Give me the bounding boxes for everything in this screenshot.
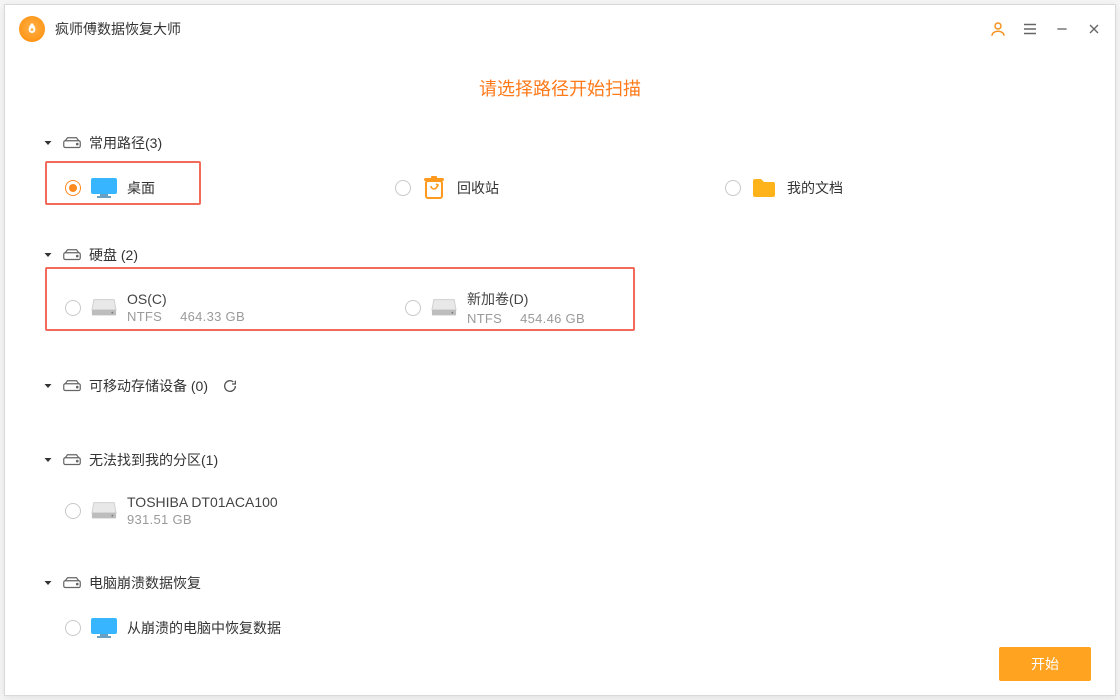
chevron-down-icon — [41, 576, 55, 590]
app-title: 疯师傅数据恢复大师 — [55, 19, 181, 39]
disk-c-name: OS(C) — [127, 291, 245, 307]
radio-desktop[interactable] — [65, 180, 81, 196]
disk-d-fs: NTFS — [467, 311, 502, 326]
disk-d-size: 454.46 GB — [520, 311, 585, 326]
crash-recover-label: 从崩溃的电脑中恢复数据 — [127, 618, 281, 638]
crash-recover[interactable]: 从崩溃的电脑中恢复数据 — [55, 609, 385, 647]
section-common-header[interactable]: 常用路径(3) — [41, 123, 1073, 163]
lost-toshiba-size: 931.51 GB — [127, 512, 192, 527]
radio-crash-recover[interactable] — [65, 620, 81, 636]
page-heading: 请选择路径开始扫描 — [5, 53, 1115, 113]
section-lost-label: 无法找到我的分区(1) — [89, 450, 218, 470]
path-desktop-label: 桌面 — [127, 178, 155, 198]
user-icon[interactable] — [989, 20, 1007, 38]
drive-icon — [63, 136, 81, 150]
path-recycle-label: 回收站 — [457, 178, 499, 198]
scroll-area[interactable]: 常用路径(3) 桌面 — [41, 113, 1079, 695]
chevron-down-icon — [41, 453, 55, 467]
folder-icon — [751, 177, 777, 199]
drive-icon — [63, 248, 81, 262]
minimize-icon[interactable] — [1053, 20, 1071, 38]
titlebar: 疯师傅数据恢复大师 — [5, 5, 1115, 53]
monitor-icon — [91, 177, 117, 199]
monitor-icon — [91, 617, 117, 639]
section-removable: 可移动存储设备 (0) — [41, 366, 1073, 430]
section-common: 常用路径(3) 桌面 — [41, 123, 1073, 225]
path-recycle[interactable]: 回收站 — [385, 169, 715, 207]
section-crash: 电脑崩溃数据恢复 从崩溃的电脑中恢复数据 — [41, 563, 1073, 687]
section-removable-label: 可移动存储设备 (0) — [89, 376, 208, 396]
disk-d-name: 新加卷(D) — [467, 289, 585, 309]
close-icon[interactable] — [1085, 20, 1103, 38]
section-lost: 无法找到我的分区(1) TOSHIBA DT01ACA100 931.51 GB — [41, 440, 1073, 553]
lost-toshiba-name: TOSHIBA DT01ACA100 — [127, 494, 278, 510]
section-crash-label: 电脑崩溃数据恢复 — [89, 573, 201, 593]
section-disks: 硬盘 (2) OS(C) NTFS 464.33 GB — [41, 235, 1073, 356]
footer: 开始 — [999, 647, 1091, 681]
start-button[interactable]: 开始 — [999, 647, 1091, 681]
section-lost-header[interactable]: 无法找到我的分区(1) — [41, 440, 1073, 480]
disk-c-fs: NTFS — [127, 309, 162, 324]
drive-icon — [63, 453, 81, 467]
chevron-down-icon — [41, 379, 55, 393]
lost-toshiba[interactable]: TOSHIBA DT01ACA100 931.51 GB — [55, 486, 385, 535]
drive-icon — [63, 576, 81, 590]
drive-icon — [63, 379, 81, 393]
radio-recycle[interactable] — [395, 180, 411, 196]
menu-icon[interactable] — [1021, 20, 1039, 38]
disk-d[interactable]: 新加卷(D) NTFS 454.46 GB — [395, 281, 695, 334]
path-desktop[interactable]: 桌面 — [55, 169, 385, 207]
hdd-icon — [91, 297, 117, 319]
section-disks-label: 硬盘 (2) — [89, 245, 138, 265]
trash-icon — [421, 177, 447, 199]
chevron-down-icon — [41, 248, 55, 262]
path-mydocs-label: 我的文档 — [787, 178, 843, 198]
radio-mydocs[interactable] — [725, 180, 741, 196]
hdd-icon — [431, 297, 457, 319]
section-crash-header[interactable]: 电脑崩溃数据恢复 — [41, 563, 1073, 603]
radio-disk-d[interactable] — [405, 300, 421, 316]
radio-disk-c[interactable] — [65, 300, 81, 316]
section-disks-header[interactable]: 硬盘 (2) — [41, 235, 1073, 275]
disk-c-size: 464.33 GB — [180, 309, 245, 324]
chevron-down-icon — [41, 136, 55, 150]
titlebar-actions — [989, 20, 1103, 38]
hdd-icon — [91, 500, 117, 522]
section-removable-header[interactable]: 可移动存储设备 (0) — [41, 366, 1073, 406]
app-logo-icon — [19, 16, 45, 42]
disk-c[interactable]: OS(C) NTFS 464.33 GB — [55, 281, 395, 334]
refresh-icon[interactable] — [222, 378, 238, 394]
section-common-label: 常用路径(3) — [89, 133, 162, 153]
path-mydocs[interactable]: 我的文档 — [715, 169, 1045, 207]
app-window: 疯师傅数据恢复大师 请选择路径开始扫描 — [4, 4, 1116, 696]
radio-lost-toshiba[interactable] — [65, 503, 81, 519]
